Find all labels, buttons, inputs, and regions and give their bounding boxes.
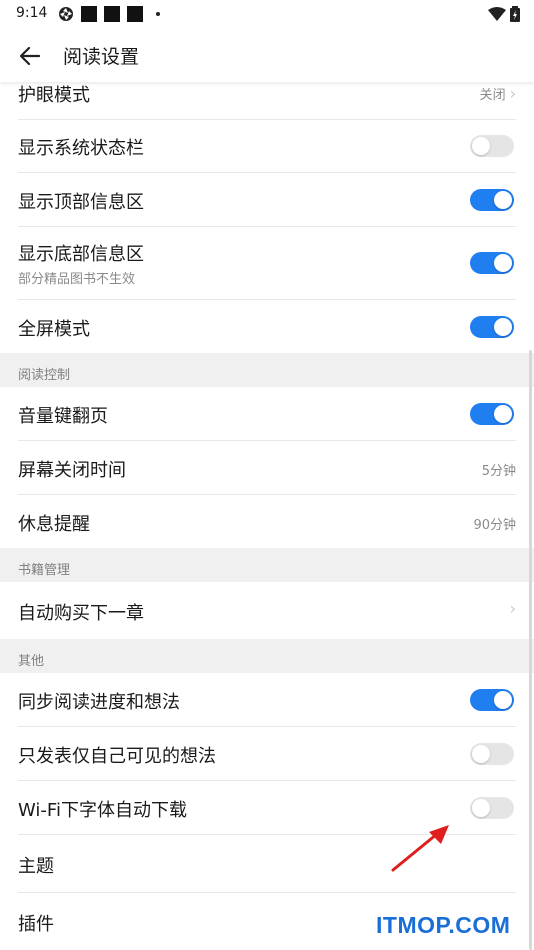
- section-label: 阅读控制: [18, 368, 71, 383]
- system-status-toggle[interactable]: [470, 135, 514, 157]
- setting-screen-off[interactable]: 屏幕关闭时间 5分钟: [18, 441, 516, 495]
- toggle-knob: [472, 137, 490, 155]
- back-arrow-icon: [20, 47, 40, 65]
- setting-sync-progress[interactable]: 同步阅读进度和想法: [18, 673, 516, 727]
- notification-icons: [58, 5, 160, 23]
- setting-sublabel: 部分精品图书不生效: [18, 272, 136, 287]
- setting-system-status-bar[interactable]: 显示系统状态栏: [18, 119, 516, 173]
- setting-value-text: 关闭: [479, 88, 506, 103]
- system-icons: [488, 6, 520, 22]
- more-notifications-icon: [156, 12, 160, 16]
- setting-fullscreen[interactable]: 全屏模式: [18, 300, 516, 353]
- setting-volume-flip[interactable]: 音量键翻页: [18, 387, 516, 441]
- setting-value: ›: [510, 599, 516, 618]
- setting-label: 自动购买下一章: [18, 603, 144, 624]
- setting-label: 音量键翻页: [18, 406, 108, 427]
- setting-label: 显示系统状态栏: [18, 138, 144, 159]
- notification-icon: [127, 6, 143, 22]
- setting-value: 5分钟: [481, 464, 516, 479]
- watermark-logo: ITMOP.COM: [376, 912, 511, 938]
- setting-label: 护眼模式: [18, 85, 90, 106]
- section-header-reading-control: 阅读控制: [0, 353, 534, 387]
- setting-label: 同步阅读进度和想法: [18, 692, 180, 713]
- setting-bottom-info[interactable]: 显示底部信息区 部分精品图书不生效: [18, 227, 516, 300]
- toggle-knob: [494, 191, 512, 209]
- wifi-font-toggle[interactable]: [470, 797, 514, 819]
- section-header-other: 其他: [0, 639, 534, 673]
- toggle-knob: [494, 405, 512, 423]
- status-time: 9:14: [16, 5, 48, 21]
- setting-label: 只发表仅自己可见的想法: [18, 746, 216, 767]
- notification-icon: [81, 6, 97, 22]
- setting-value: 关闭 ›: [480, 84, 516, 103]
- bottom-info-toggle[interactable]: [470, 252, 514, 274]
- setting-eye-mode[interactable]: 护眼模式 关闭 ›: [18, 82, 516, 120]
- back-button[interactable]: [14, 40, 46, 72]
- volume-flip-toggle[interactable]: [470, 403, 514, 425]
- setting-label: 显示底部信息区: [18, 244, 144, 265]
- section-header-book-management: 书籍管理: [0, 548, 534, 582]
- toggle-knob: [494, 691, 512, 709]
- app-bar: 阅读设置: [0, 28, 534, 82]
- setting-label: 主题: [18, 856, 54, 877]
- annotation-arrow-icon: [391, 825, 449, 872]
- top-info-toggle[interactable]: [470, 189, 514, 211]
- notification-icon: [104, 6, 120, 22]
- section-label: 其他: [18, 654, 45, 669]
- page-title: 阅读设置: [63, 46, 140, 68]
- toggle-knob: [494, 254, 512, 272]
- setting-private-notes[interactable]: 只发表仅自己可见的想法: [18, 727, 516, 781]
- status-bar: 9:14: [0, 0, 534, 28]
- fullscreen-toggle[interactable]: [470, 316, 514, 338]
- battery-icon: [510, 6, 520, 22]
- chevron-right-icon: ›: [509, 599, 516, 618]
- setting-label: Wi-Fi下字体自动下载: [18, 800, 187, 821]
- setting-auto-buy[interactable]: 自动购买下一章 ›: [18, 582, 516, 639]
- setting-label: 插件: [18, 914, 54, 935]
- toggle-knob: [472, 745, 490, 763]
- setting-label: 全屏模式: [18, 319, 90, 340]
- aperture-icon: [59, 7, 73, 21]
- toggle-knob: [494, 318, 512, 336]
- scrollbar[interactable]: [529, 350, 532, 950]
- setting-label: 显示顶部信息区: [18, 192, 144, 213]
- setting-value: 90分钟: [473, 518, 516, 533]
- sync-progress-toggle[interactable]: [470, 689, 514, 711]
- toggle-knob: [472, 799, 490, 817]
- setting-top-info[interactable]: 显示顶部信息区: [18, 173, 516, 227]
- wifi-icon: [488, 7, 506, 21]
- private-notes-toggle[interactable]: [470, 743, 514, 765]
- setting-label: 屏幕关闭时间: [18, 460, 126, 481]
- setting-label: 休息提醒: [18, 514, 90, 535]
- setting-rest-reminder[interactable]: 休息提醒 90分钟: [18, 495, 516, 548]
- section-label: 书籍管理: [18, 563, 71, 578]
- chevron-right-icon: ›: [509, 84, 516, 103]
